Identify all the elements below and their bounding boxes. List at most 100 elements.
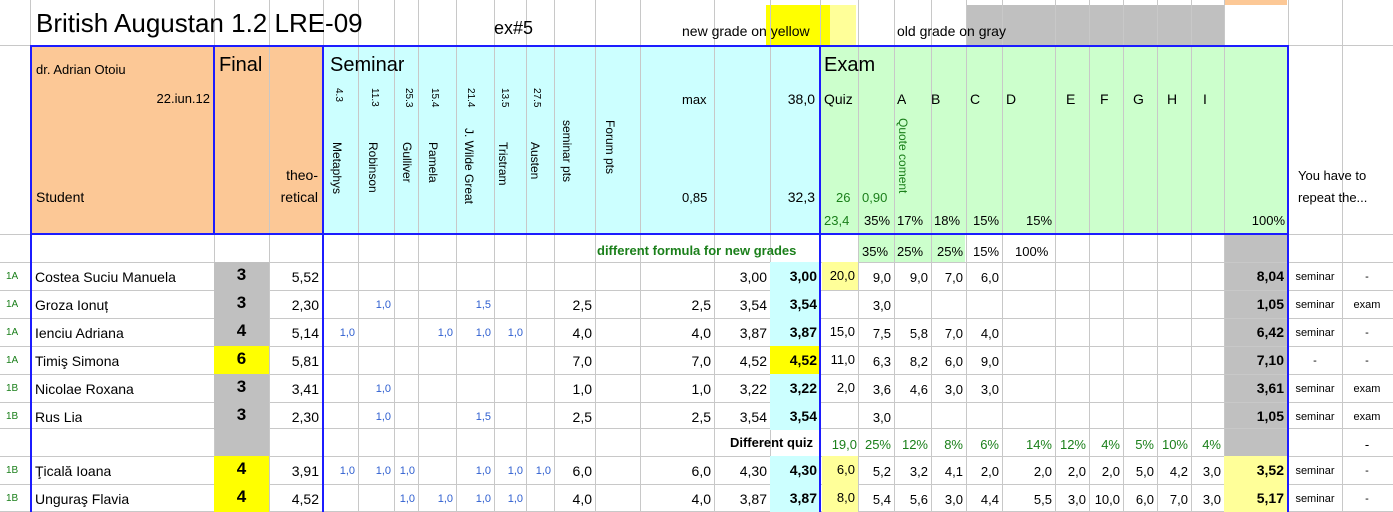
- forum-pts: 4,0: [691, 325, 711, 341]
- seminar-score: 1,0: [535, 465, 551, 477]
- seminar-total: 3,87: [739, 491, 767, 507]
- formula-weight: 25%: [897, 244, 924, 259]
- seminar-total: 3,22: [739, 381, 767, 397]
- seminar-col-name: Metaphys: [330, 142, 344, 195]
- grid-col-line: [1123, 0, 1124, 512]
- exam-score: 7,0: [1169, 492, 1188, 507]
- grid-row-line: [0, 262, 1393, 263]
- seminar-pts: 6,0: [572, 463, 592, 479]
- seminar-col-max: 21.4: [465, 88, 476, 108]
- forum-pts: 2,5: [691, 297, 711, 313]
- grid-col-line: [494, 0, 495, 512]
- exam-score: 3,0: [1202, 464, 1221, 479]
- theoretical-grade: 2,30: [291, 409, 319, 425]
- exam-weight: 18%: [934, 213, 961, 228]
- final-grade: 3: [214, 262, 269, 290]
- quote-coment-label: Quote coment: [896, 118, 910, 194]
- seminar-col-name: J. Wilde Great: [462, 128, 476, 205]
- seminar-grade: 4,52: [770, 346, 820, 374]
- forum-pts: 1,0: [691, 381, 711, 397]
- diff-quiz-weight: 10%: [1161, 437, 1188, 452]
- seminar-grade: 3,00: [770, 262, 820, 290]
- grid-row-line: [0, 318, 1393, 319]
- lightyellow-legend-bg: [830, 5, 856, 45]
- exam-letter-header: E: [1066, 91, 1076, 107]
- ratio-label: 0,85: [682, 190, 708, 205]
- seminar-score: 1,0: [507, 327, 523, 339]
- seminar-score: 1,0: [507, 465, 523, 477]
- exam-grade: 6,42: [1256, 324, 1284, 340]
- row-group: 1B: [6, 411, 19, 422]
- final-grade: 6: [214, 346, 269, 374]
- diff-quiz-weight: 8%: [944, 437, 963, 452]
- seminar-total: 3,54: [739, 297, 767, 313]
- seminar-score: 1,0: [475, 493, 491, 505]
- repeat-exam: exam: [1353, 411, 1381, 423]
- exam-letter-header: D: [1006, 91, 1017, 107]
- repeat-seminar: seminar: [1295, 299, 1335, 311]
- seminar-grade: 3,54: [770, 290, 820, 318]
- exam-score: 6,0: [1135, 492, 1154, 507]
- exam-score: 3,0: [980, 382, 999, 397]
- hundred-percent: 100%: [1251, 213, 1285, 228]
- exam-score: 3,0: [944, 382, 963, 397]
- exam-score: 10,0: [1094, 492, 1120, 507]
- seminar-score: 1,0: [475, 465, 491, 477]
- seminar-score: 1,0: [375, 411, 391, 423]
- seminar-total: 4,30: [739, 463, 767, 479]
- final-grade: 3: [214, 402, 269, 430]
- quiz-ratio: 0,90: [862, 190, 888, 205]
- grid-col-line: [526, 0, 527, 512]
- exam-score: 2,0: [980, 464, 999, 479]
- seminar-score: 1,0: [507, 493, 523, 505]
- seminar-header: Seminar: [330, 54, 405, 76]
- exam-score: 5,0: [1135, 464, 1154, 479]
- seminar-total: 3,00: [739, 269, 767, 285]
- grid-col-line: [894, 0, 895, 512]
- quiz-score: 8,0: [822, 484, 858, 512]
- exam-weight: 35%: [864, 213, 891, 228]
- grid-col-line: [1089, 0, 1090, 512]
- exam-score: 3,0: [944, 492, 963, 507]
- repeat-header: You have to repeat the...: [1298, 168, 1368, 205]
- new-grade-legend: new grade on yellow: [682, 23, 810, 39]
- exam-score: 2,0: [1067, 464, 1086, 479]
- grid-col-line: [1157, 0, 1158, 512]
- exam-score: 2,0: [1033, 464, 1052, 479]
- grid-col-line: [456, 0, 457, 512]
- seminar-score: 1,0: [339, 327, 355, 339]
- forum-pts: 4,0: [691, 491, 711, 507]
- row-group: 1A: [6, 299, 19, 310]
- seminar-score: 1,0: [375, 465, 391, 477]
- seminar-score: 1,0: [437, 327, 453, 339]
- seminar-pts: 2,5: [572, 409, 592, 425]
- exam-header: Exam: [824, 54, 876, 76]
- exam-weight: 15%: [1026, 213, 1053, 228]
- quiz-score: [822, 290, 858, 318]
- seminar-col-max: 27.5: [531, 88, 542, 108]
- seminar-col-name: Austen: [528, 142, 542, 180]
- grid-col-line: [966, 0, 967, 512]
- exam-score: 3,0: [872, 298, 891, 313]
- seminar-score: 1,0: [375, 383, 391, 395]
- formula-weight: 15%: [973, 244, 1000, 259]
- repeat-exam: exam: [1353, 299, 1381, 311]
- exam-letter-header: F: [1100, 91, 1109, 107]
- quiz-score: 6,0: [822, 456, 858, 484]
- header-border-top: [31, 45, 1288, 47]
- quiz-header: Quiz: [824, 91, 853, 107]
- exam-score: 9,0: [980, 354, 999, 369]
- exam-grade: 3,52: [1224, 456, 1287, 484]
- exercise-label: ex#5: [494, 18, 534, 38]
- theoretical-grade: 5,14: [291, 325, 319, 341]
- exam-grade: 3,61: [1256, 380, 1284, 396]
- grid-row-line: [0, 402, 1393, 403]
- final-grade: 3: [214, 290, 269, 318]
- seminar-col-max: 25.3: [403, 88, 414, 108]
- row-group: 1A: [6, 355, 19, 366]
- seminar-col-max: 4.3: [333, 88, 344, 102]
- exam-grade: 1,05: [1256, 408, 1284, 424]
- exam-header-bg: [820, 46, 1287, 234]
- row-group: 1B: [6, 383, 19, 394]
- formula-weight: 35%: [862, 244, 889, 259]
